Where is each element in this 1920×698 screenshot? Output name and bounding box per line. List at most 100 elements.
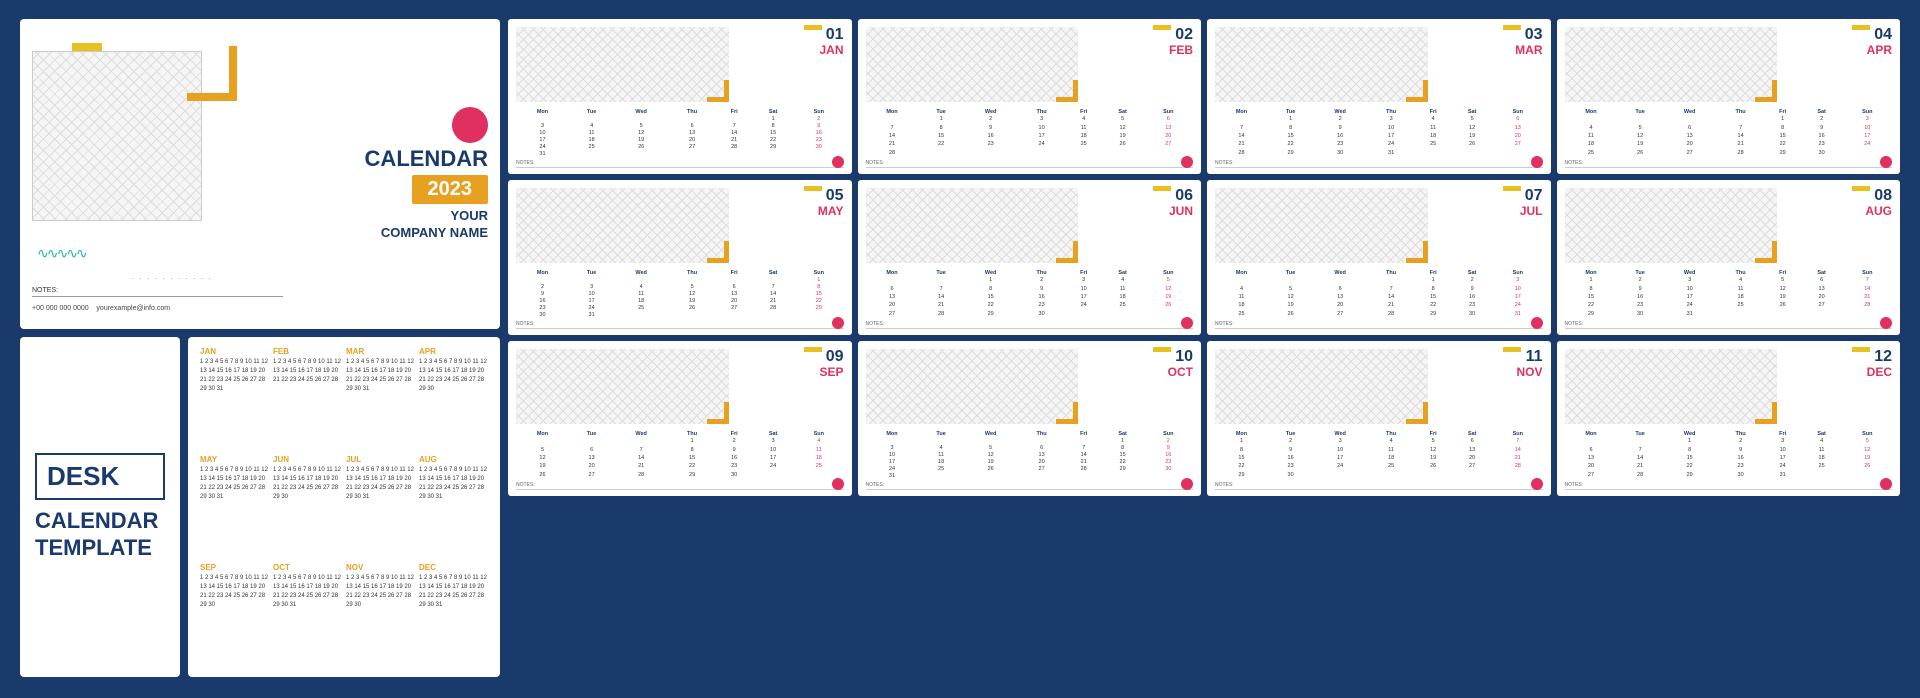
month-header-text: 10OCT [1078, 349, 1193, 378]
year-month-jul: JUL 1 2 3 4 5 6 7 8 9 10 11 12 13 14 15 … [346, 455, 415, 559]
calendar-day: 27 [1313, 310, 1367, 318]
calendar-day: 17 [1493, 293, 1542, 301]
year-month-dates-oct: 1 2 3 4 5 6 7 8 9 10 11 12 13 14 15 16 1… [273, 574, 342, 610]
calendar-day: 19 [668, 297, 716, 304]
calendar-day: 26 [516, 471, 569, 479]
calendar-day: 26 [1102, 140, 1144, 148]
month-name: MAR [1515, 44, 1542, 56]
calendar-day: 1 [1215, 437, 1268, 445]
month-header-text: 09SEP [729, 349, 844, 378]
calendar-day: 5 [614, 122, 668, 129]
calendar-day: 17 [1367, 132, 1415, 140]
calendar-day: 10 [1018, 123, 1066, 131]
month-red-dot [1181, 156, 1193, 168]
calendar-day: 28 [1843, 301, 1892, 309]
calendar-day [668, 150, 716, 157]
month-header-area: 11NOV [1215, 349, 1543, 424]
year-month-dates-apr: 1 2 3 4 5 6 7 8 9 10 11 12 13 14 15 16 1… [419, 358, 488, 394]
calendar-day: 23 [1268, 462, 1313, 470]
calendar-day: 3 [1663, 276, 1717, 284]
calendar-day: 27 [1663, 149, 1717, 157]
calendar-day: 7 [752, 283, 794, 290]
calendar-day: 15 [1565, 293, 1618, 301]
month-gold-bracket [1056, 402, 1078, 424]
calendar-day: 23 [716, 462, 752, 470]
calendar-day: 2 [1451, 276, 1493, 284]
calendar-day [1617, 115, 1662, 123]
calendar-day: 9 [1313, 123, 1367, 131]
calendar-day [1451, 149, 1493, 157]
month-calendar-table: MonTueWedThuFriSatSun1234567891011121314… [1565, 109, 1893, 157]
calendar-day [964, 149, 1018, 157]
calendar-day: 19 [1144, 293, 1193, 301]
calendar-day: 4 [1565, 123, 1618, 131]
calendar-day: 3 [1066, 276, 1102, 284]
calendar-day: 1 [794, 276, 843, 283]
month-notes: NOTES: [1565, 160, 1893, 168]
calendar-day: 11 [1367, 445, 1415, 453]
month-notes: NOTES: [1565, 482, 1893, 490]
calendar-day: 20 [1493, 132, 1542, 140]
calendar-day: 28 [1717, 149, 1765, 157]
calendar-day: 7 [1367, 284, 1415, 292]
month-red-dot [832, 317, 844, 329]
cover-email: yourexample@info.com [96, 305, 170, 312]
calendar-day: 28 [1493, 462, 1542, 470]
calendar-day [1102, 149, 1144, 157]
month-header-area: 03MAR [1215, 27, 1543, 102]
month-notes: NOTES: [516, 160, 844, 168]
calendar-day: 31 [1765, 471, 1801, 479]
calendar-day: 16 [964, 132, 1018, 140]
year-month-nov: NOV1 2 3 4 5 6 7 8 9 10 11 12 13 14 15 1… [346, 563, 415, 667]
year-month-dates-jun: 1 2 3 4 5 6 7 8 9 10 11 12 13 14 15 16 1… [273, 466, 342, 502]
calendar-day: 18 [918, 458, 963, 465]
calendar-day: 26 [964, 465, 1018, 472]
calendar-day: 8 [668, 445, 716, 453]
calendar-day: 31 [866, 472, 919, 479]
calendar-day: 1 [1268, 115, 1313, 123]
year-month-header-aug: AUG [419, 455, 488, 464]
month-number: 07 [1525, 188, 1543, 204]
cover-card: ∿∿∿∿∿ · · · · · · · · · · · NOTES: +00 0… [20, 19, 500, 329]
calendar-day: 18 [1066, 132, 1102, 140]
calendar-day: 29 [1215, 471, 1268, 479]
calendar-day [614, 276, 668, 283]
year-month-header-oct: OCT [273, 563, 342, 572]
month-header-area: 12DEC [1565, 349, 1893, 424]
calendar-day: 19 [1268, 301, 1313, 309]
calendar-day: 6 [1313, 284, 1367, 292]
calendar-day: 24 [752, 462, 794, 470]
calendar-day: 9 [1144, 444, 1193, 451]
calendar-day: 16 [794, 129, 843, 136]
calendar-day: 18 [569, 136, 614, 143]
calendar-day: 23 [1451, 301, 1493, 309]
calendar-day [668, 276, 716, 283]
template-label: TEMPLATE [35, 535, 158, 561]
calendar-day: 6 [1801, 276, 1843, 284]
main-container: ∿∿∿∿∿ · · · · · · · · · · · NOTES: +00 0… [10, 9, 1910, 689]
calendar-day: 10 [752, 445, 794, 453]
year-overview-card: JAN 1 2 3 4 5 6 7 8 9 10 11 12 13 14 15 … [188, 337, 500, 677]
calendar-day: 16 [1018, 293, 1066, 301]
month-header-text: 02FEB [1078, 27, 1193, 56]
calendar-day: 28 [614, 471, 668, 479]
calendar-day: 14 [614, 454, 668, 462]
month-header-area: 06JUN [866, 188, 1194, 263]
month-calendar-table: MonTueWedThuFriSatSun1234567891011121314… [866, 109, 1194, 157]
calendar-day: 21 [1493, 454, 1542, 462]
calendar-day: 26 [1451, 140, 1493, 148]
calendar-day: 4 [1102, 276, 1144, 284]
year-month-apr: APR 1 2 3 4 5 6 7 8 9 10 11 12 13 14 15 … [419, 347, 488, 451]
month-photo-placeholder [1215, 27, 1428, 102]
calendar-day: 10 [1663, 284, 1717, 292]
calendar-day [1066, 437, 1102, 444]
calendar-day: 23 [1313, 140, 1367, 148]
month-photo-placeholder [866, 188, 1079, 263]
deco-yellow-line [1503, 25, 1521, 30]
calendar-day: 18 [1102, 293, 1144, 301]
month-number: 02 [1175, 27, 1193, 43]
year-month-sep: SEP 1 2 3 4 5 6 7 8 9 10 11 12 13 14 15 … [200, 563, 269, 667]
calendar-day: 9 [1717, 445, 1765, 453]
calendar-day [1617, 437, 1662, 445]
calendar-day: 10 [1493, 284, 1542, 292]
